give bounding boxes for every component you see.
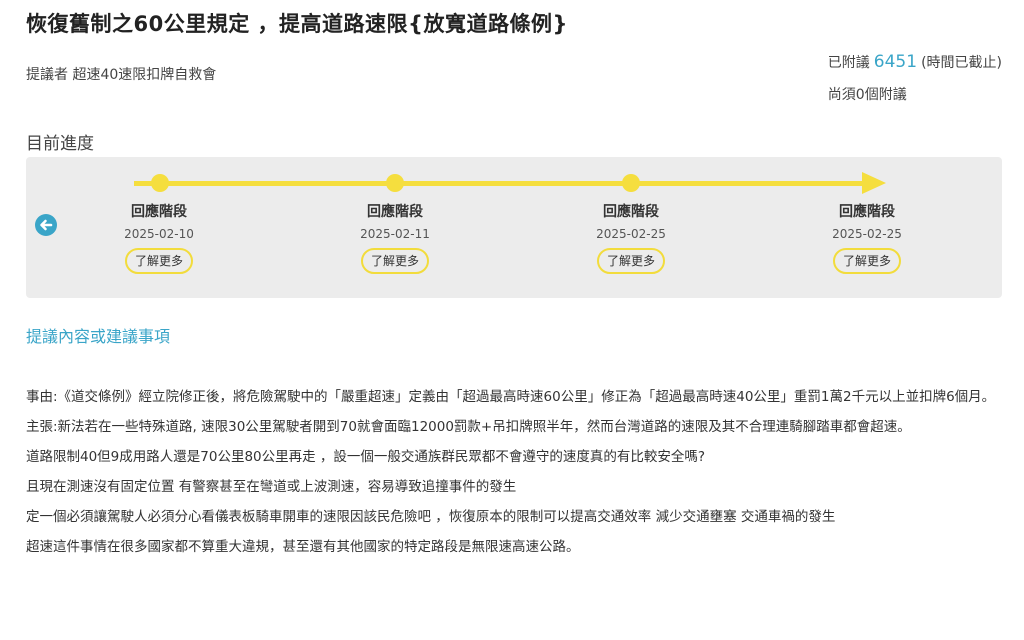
timeline-stage-1: 回應階段 2025-02-10 了解更多 <box>89 202 229 274</box>
proposer-label: 提議者 <box>26 67 68 83</box>
stage-label: 回應階段 <box>839 204 895 220</box>
content-paragraph: 定一個必須讓駕駛人必須分心看儀表板騎車開車的速限因該民危險吧 ，恢復原本的限制可… <box>26 509 836 525</box>
stage-label: 回應階段 <box>367 204 423 220</box>
petition-title: 恢復舊制之60公里規定 ，提高道路速限{放寬道路條例} <box>26 12 568 36</box>
stage-date: 2025-02-25 <box>832 227 902 241</box>
content-paragraph: 且現在測速沒有固定位置 有警察甚至在彎道或上波測速，容易導致追撞事件的發生 <box>26 479 517 495</box>
remaining-signatures: 尚須0個附議 <box>827 87 907 103</box>
timeline-stage-4: 回應階段 2025-02-25 了解更多 <box>797 202 937 274</box>
proposer-name: 超速40速限扣牌自救會 <box>72 67 217 83</box>
content-paragraph: 事由:《道交條例》經立院修正後，將危險駕駛中的「嚴重超速」定義由「超過最高時速6… <box>26 389 996 405</box>
timeline-dot <box>622 174 640 192</box>
proposal-content: 事由:《道交條例》經立院修正後，將危險駕駛中的「嚴重超速」定義由「超過最高時速6… <box>26 387 1006 567</box>
learn-more-button[interactable]: 了解更多 <box>596 248 665 274</box>
stage-date: 2025-02-25 <box>596 227 666 241</box>
timeline-dot <box>151 174 169 192</box>
deadline-status: (時間已截止) <box>921 55 1002 71</box>
timeline-track <box>134 181 864 186</box>
timeline-stage-3: 回應階段 2025-02-25 了解更多 <box>561 202 701 274</box>
content-paragraph: 主張:新法若在一些特殊道路, 速限30公里駕駛者開到70就會面臨12000罰款+… <box>26 419 911 435</box>
proposal-content-link[interactable]: 提議內容或建議事項 <box>26 323 170 347</box>
signature-stats: 已附議 6451 (時間已截止) 尚須0個附議 <box>828 50 1002 105</box>
content-paragraph: 超速這件事情在很多國家都不算重大違規，甚至還有其他國家的特定路段是無限速高速公路… <box>26 539 580 555</box>
timeline-stage-2: 回應階段 2025-02-11 了解更多 <box>325 202 465 274</box>
progress-title: 目前進度 <box>26 134 94 154</box>
timeline-arrow-icon <box>862 172 886 194</box>
stage-date: 2025-02-11 <box>360 227 430 241</box>
learn-more-button[interactable]: 了解更多 <box>360 248 429 274</box>
arrow-left-circle-icon[interactable] <box>35 214 57 236</box>
stage-date: 2025-02-10 <box>124 227 194 241</box>
attached-label: 已附議 <box>827 55 870 71</box>
stage-label: 回應階段 <box>603 204 659 220</box>
proposer-info: 提議者 超速40速限扣牌自救會 <box>26 64 216 84</box>
timeline-dot <box>386 174 404 192</box>
stage-label: 回應階段 <box>131 204 187 220</box>
attached-count: 6451 <box>873 52 918 72</box>
content-paragraph: 道路限制40但9成用路人還是70公里80公里再走 ，設一個一般交通族群民眾都不會… <box>26 449 706 465</box>
learn-more-button[interactable]: 了解更多 <box>124 248 193 274</box>
learn-more-button[interactable]: 了解更多 <box>832 248 901 274</box>
